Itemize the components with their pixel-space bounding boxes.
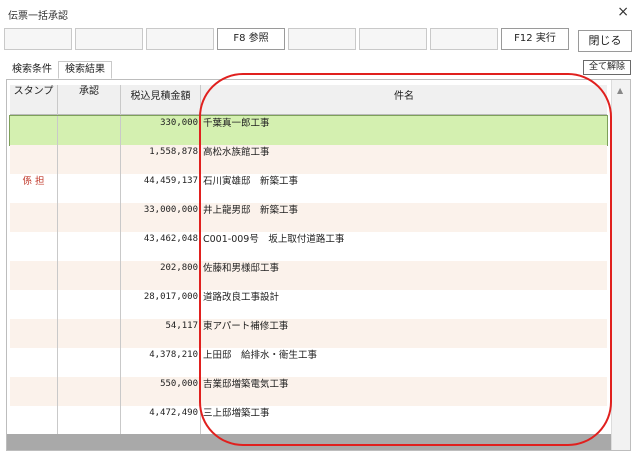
amount-cell: 550,000 (121, 377, 201, 406)
name-cell: 千葉真一郎工事 (203, 118, 270, 129)
approval-cell (58, 319, 121, 348)
table-row[interactable]: 33,000,000 井上龍男邸 新築工事 (10, 203, 607, 232)
fkey-7-button[interactable] (430, 28, 498, 50)
name-cell: C001-009号 坂上取付道路工事 (203, 234, 345, 245)
approval-cell (58, 261, 121, 290)
approval-cell (58, 203, 121, 232)
table-row[interactable]: 43,462,048 C001-009号 坂上取付道路工事 (10, 232, 607, 261)
approval-cell (58, 348, 121, 377)
stamp-cell: 係 担 (10, 174, 58, 203)
name-cell: 石川寅雄邸 新築工事 (203, 176, 299, 187)
table-row[interactable]: 54,117 東アパート補修工事 (10, 319, 607, 348)
name-cell: 吉業邸増築電気工事 (203, 379, 289, 390)
amount-cell: 4,472,490 (121, 406, 201, 435)
stamp-cell (10, 203, 58, 232)
fkey-1-button[interactable] (4, 28, 72, 50)
name-cell: 井上龍男邸 新築工事 (203, 205, 299, 216)
stamp-cell (10, 290, 58, 319)
col-header-approval[interactable]: 承認 (58, 85, 121, 115)
amount-cell: 44,459,137 (121, 174, 201, 203)
grid-header: スタンプ 承認 税込見積金額 件名 (10, 85, 607, 115)
stamp-cell (10, 261, 58, 290)
approval-cell (58, 116, 121, 145)
table-row[interactable]: 330,000 千葉真一郎工事 (9, 115, 608, 146)
tab-search-results[interactable]: 検索結果 (58, 61, 112, 79)
function-key-bar: F8 参照 F12 実行 (4, 28, 633, 52)
amount-cell: 33,000,000 (121, 203, 201, 232)
table-row[interactable]: 202,800 佐藤和男様邸工事 (10, 261, 607, 290)
col-header-name[interactable]: 件名 (201, 85, 607, 115)
close-icon[interactable]: × (617, 4, 629, 20)
amount-cell: 202,800 (121, 261, 201, 290)
approval-cell (58, 174, 121, 203)
results-grid: スタンプ 承認 税込見積金額 件名 330,000 千葉真一郎工事 1,558,87… (6, 79, 631, 451)
approval-cell (58, 145, 121, 174)
table-row[interactable]: 4,378,210 上田邸 給排水・衛生工事 (10, 348, 607, 377)
fkey-3-button[interactable] (146, 28, 214, 50)
amount-cell: 43,462,048 (121, 232, 201, 261)
amount-cell: 28,017,000 (121, 290, 201, 319)
approval-cell (58, 232, 121, 261)
stamp-cell (10, 116, 58, 145)
name-cell: 高松水族館工事 (203, 147, 270, 158)
col-header-stamp[interactable]: スタンプ (10, 85, 58, 115)
name-cell: 東アパート補修工事 (203, 321, 289, 332)
title-bar: 伝票一括承認 × (0, 0, 637, 26)
amount-cell: 330,000 (121, 116, 201, 145)
name-cell: 三上邸増築工事 (203, 408, 270, 419)
fkey-2-button[interactable] (75, 28, 143, 50)
fkey-6-button[interactable] (359, 28, 427, 50)
tab-search-conditions[interactable]: 検索条件 (6, 61, 58, 79)
amount-cell: 1,558,878 (121, 145, 201, 174)
clear-all-button[interactable]: 全て解除 (583, 60, 631, 75)
stamp-cell (10, 145, 58, 174)
stamp-cell (10, 232, 58, 261)
stamp-cell (10, 348, 58, 377)
close-button[interactable]: 閉じる (578, 30, 632, 52)
name-cell: 道路改良工事設計 (203, 292, 280, 303)
amount-cell: 4,378,210 (121, 348, 201, 377)
amount-cell: 54,117 (121, 319, 201, 348)
table-row[interactable]: 係 担 44,459,137 石川寅雄邸 新築工事 (10, 174, 607, 203)
window-title: 伝票一括承認 (8, 11, 68, 22)
table-row[interactable]: 1,558,878 高松水族館工事 (10, 145, 607, 174)
stamp-cell (10, 406, 58, 435)
table-row[interactable]: 4,472,490 三上邸増築工事 (10, 406, 607, 435)
horizontal-scrollbar[interactable] (7, 434, 611, 450)
stamp-cell (10, 377, 58, 406)
name-cell: 上田邸 給排水・衛生工事 (203, 350, 318, 361)
name-cell: 佐藤和男様邸工事 (203, 263, 280, 274)
table-row[interactable]: 550,000 吉業邸増築電気工事 (10, 377, 607, 406)
fkey-5-button[interactable] (288, 28, 356, 50)
col-header-amount[interactable]: 税込見積金額 (121, 85, 201, 115)
reference-button[interactable]: F8 参照 (217, 28, 285, 50)
scroll-up-icon[interactable]: ▲ (617, 86, 623, 95)
approval-cell (58, 377, 121, 406)
approval-cell (58, 290, 121, 319)
approval-cell (58, 406, 121, 435)
vertical-scrollbar[interactable]: ▲ (611, 80, 630, 450)
stamp-cell (10, 319, 58, 348)
execute-button[interactable]: F12 実行 (501, 28, 569, 50)
table-row[interactable]: 28,017,000 道路改良工事設計 (10, 290, 607, 319)
